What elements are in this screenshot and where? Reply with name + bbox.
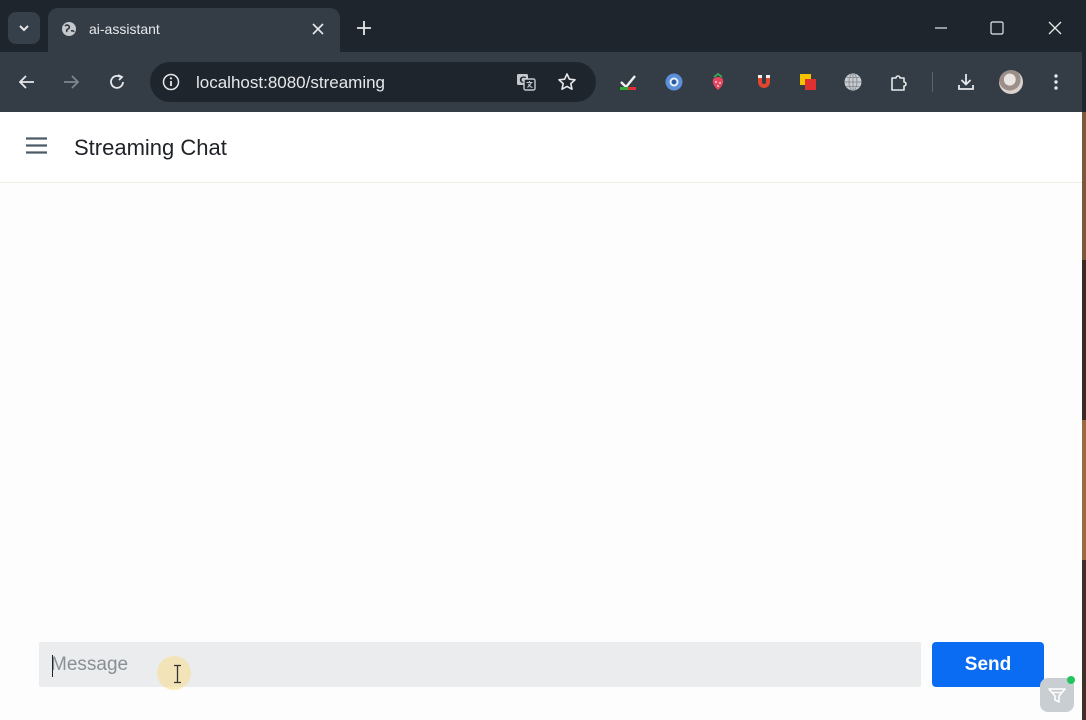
- tab-title: ai-assistant: [89, 21, 160, 37]
- funnel-icon: [1048, 688, 1066, 703]
- chat-messages-area: [0, 183, 1082, 628]
- text-caret: [52, 655, 53, 677]
- status-dot: [1067, 676, 1075, 684]
- extension-strawberry-icon[interactable]: [708, 72, 728, 92]
- reload-icon[interactable]: [108, 73, 126, 91]
- extension-ring-icon[interactable]: [664, 72, 684, 92]
- translate-icon[interactable]: G: [516, 72, 536, 92]
- page-title: Streaming Chat: [74, 135, 227, 160]
- minimize-icon[interactable]: [933, 20, 949, 36]
- tab-search-button[interactable]: [8, 12, 40, 44]
- plus-icon[interactable]: [356, 20, 372, 36]
- kebab-menu-icon[interactable]: [1046, 72, 1066, 92]
- app-header: Streaming Chat: [0, 112, 1082, 183]
- chevron-down-icon: [19, 25, 29, 32]
- browser-toolbar: localhost:8080/streaming G: [0, 52, 1082, 112]
- window-close-icon[interactable]: [1047, 20, 1063, 36]
- toolbar-divider: [932, 72, 933, 92]
- send-button[interactable]: Send: [932, 642, 1044, 687]
- arrow-right-icon[interactable]: [62, 73, 80, 91]
- url-text: localhost:8080/streaming: [196, 73, 386, 92]
- extension-globe-icon[interactable]: [843, 72, 863, 92]
- puzzle-icon[interactable]: [889, 72, 909, 92]
- avatar[interactable]: [999, 70, 1023, 94]
- address-bar[interactable]: localhost:8080/streaming G: [150, 62, 596, 102]
- extension-squares-icon[interactable]: [798, 72, 818, 92]
- info-icon[interactable]: [162, 73, 180, 91]
- globe-icon: [62, 22, 76, 36]
- browser-tab-strip: ai-assistant: [0, 0, 1082, 52]
- window-edge: [1082, 0, 1086, 720]
- star-icon[interactable]: [557, 72, 577, 92]
- close-icon[interactable]: [310, 21, 326, 37]
- extension-magnet-icon[interactable]: [754, 72, 774, 92]
- extension-checkmark-icon[interactable]: [618, 72, 638, 92]
- hamburger-icon[interactable]: [26, 137, 47, 154]
- arrow-left-icon[interactable]: [18, 73, 36, 91]
- ibeam-cursor-icon: [174, 664, 181, 684]
- download-icon[interactable]: [956, 72, 976, 92]
- browser-tab[interactable]: ai-assistant: [48, 8, 340, 52]
- maximize-icon[interactable]: [989, 20, 1005, 36]
